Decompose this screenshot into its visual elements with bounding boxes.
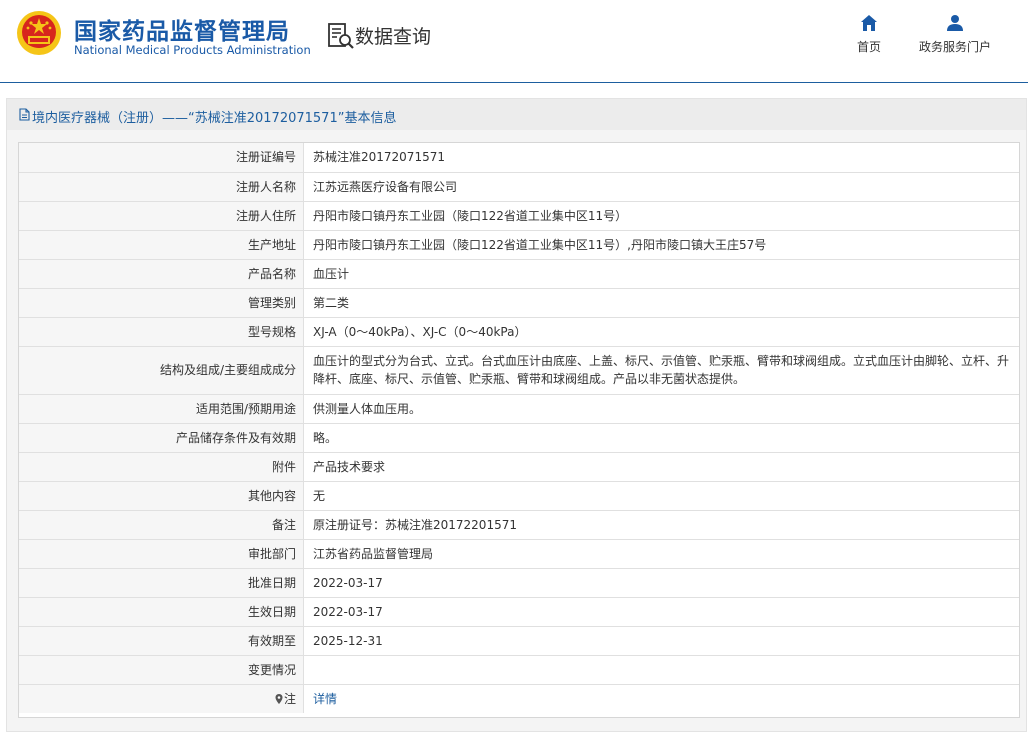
table-row-remarks: 备注 原注册证号：苏械注准20172201571 (19, 510, 1019, 540)
row-label-note: 注 (19, 684, 304, 713)
row-value: 2022-03-17 (303, 568, 1019, 598)
table-row-intended-use: 适用范围/预期用途 供测量人体血压用。 (19, 394, 1019, 424)
row-value: 丹阳市陵口镇丹东工业园（陵口122省道工业集中区11号） (303, 201, 1019, 231)
row-label: 适用范围/预期用途 (19, 394, 304, 424)
row-value: 苏械注准20172071571 (303, 143, 1019, 173)
row-label: 结构及组成/主要组成成分 (19, 346, 304, 395)
row-value: 略。 (303, 423, 1019, 453)
table-row-approval-dept: 审批部门 江苏省药品监督管理局 (19, 539, 1019, 569)
row-value: 血压计 (303, 259, 1019, 289)
site-logo-subtitle[interactable]: National Medical Products Administration (74, 43, 311, 57)
user-icon (947, 15, 963, 31)
row-label: 其他内容 (19, 481, 304, 511)
table-row-storage: 产品储存条件及有效期 略。 (19, 423, 1019, 453)
row-value: 原注册证号：苏械注准20172201571 (303, 510, 1019, 540)
table-row-category: 管理类别 第二类 (19, 288, 1019, 318)
info-table-container: 注册证编号 苏械注准20172071571 注册人名称 江苏远燕医疗设备有限公司 注… (18, 142, 1020, 718)
table-row-registrant-name: 注册人名称 江苏远燕医疗设备有限公司 (19, 172, 1019, 202)
table-row-product-name: 产品名称 血压计 (19, 259, 1019, 289)
table-row-note: 注 详情 (19, 684, 1019, 713)
row-label: 注册人名称 (19, 172, 304, 202)
house-icon (861, 15, 877, 31)
row-label-text: 注 (283, 691, 296, 706)
row-label: 附件 (19, 452, 304, 482)
row-value: 2025-12-31 (303, 626, 1019, 656)
row-value: 血压计的型式分为台式、立式。台式血压计由底座、上盖、标尺、示值管、贮汞瓶、臂带和… (303, 346, 1019, 395)
table-row-changes: 变更情况 (19, 655, 1019, 685)
row-label: 注册证编号 (19, 143, 304, 173)
row-value: 江苏省药品监督管理局 (303, 539, 1019, 569)
row-value: 产品技术要求 (303, 452, 1019, 482)
page-title: 数据查询 (355, 26, 432, 48)
row-value: 无 (303, 481, 1019, 511)
table-row-structure: 结构及组成/主要组成成分 血压计的型式分为台式、立式。台式血压计由底座、上盖、标尺… (19, 346, 1019, 395)
location-pin-icon (275, 693, 283, 704)
table-row-model-spec: 型号规格 XJ-A（0～40kPa）、XJ-C（0～40kPa） (19, 317, 1019, 347)
search-document-icon (328, 23, 354, 49)
row-label: 审批部门 (19, 539, 304, 569)
row-value: 江苏远燕医疗设备有限公司 (303, 172, 1019, 202)
site-logo-title[interactable]: 国家药品监督管理局 (74, 12, 290, 46)
table-row-production-address: 生产地址 丹阳市陵口镇丹东工业园（陵口122省道工业集中区11号）,丹阳市陵口镇大… (19, 230, 1019, 260)
table-row-other: 其他内容无 (19, 481, 1019, 511)
nav-home-label: 首页 (856, 40, 881, 54)
national-emblem-icon[interactable] (16, 10, 62, 56)
nav-portal-label: 政务服务门户 (918, 40, 991, 54)
table-row-attachment: 附件 产品技术要求 (19, 452, 1019, 482)
details-link[interactable]: 详情 (313, 692, 337, 706)
table-row-valid-until: 有效期至 2025-12-31 (19, 626, 1019, 656)
row-label: 产品名称 (19, 259, 304, 289)
row-value: 2022-03-17 (303, 597, 1019, 627)
table-row-registrant-address: 注册人住所 丹阳市陵口镇丹东工业园（陵口122省道工业集中区11号） (19, 201, 1019, 231)
table-row-effective-date: 生效日期 2022-03-17 (19, 597, 1019, 627)
nav-portal-link[interactable]: 政务服务门户 (913, 14, 997, 58)
row-label: 管理类别 (19, 288, 304, 318)
row-label: 有效期至 (19, 626, 304, 656)
panel-header: 境内医疗器械（注册）——“苏械注准20172071571”基本信息 (7, 99, 1026, 130)
row-label: 产品储存条件及有效期 (19, 423, 304, 453)
row-value: 丹阳市陵口镇丹东工业园（陵口122省道工业集中区11号）,丹阳市陵口镇大王庄57… (303, 230, 1019, 260)
row-value: 供测量人体血压用。 (303, 394, 1019, 424)
row-value: 详情 (304, 684, 1020, 713)
row-value: 第二类 (303, 288, 1019, 318)
row-value: XJ-A（0～40kPa）、XJ-C（0～40kPa） (303, 317, 1019, 347)
row-label: 型号规格 (19, 317, 304, 347)
row-label: 变更情况 (19, 655, 304, 685)
info-table: 注册证编号 苏械注准20172071571 注册人名称 江苏远燕医疗设备有限公司 注… (19, 143, 1019, 713)
site-header: 国家药品监督管理局 National Medical Products Admi… (0, 0, 1028, 83)
table-row-approval-date: 批准日期 2022-03-17 (19, 568, 1019, 598)
nav-home-link[interactable]: 首页 (849, 14, 889, 58)
panel-title: 境内医疗器械（注册）——“苏械注准20172071571”基本信息 (32, 111, 397, 126)
row-label: 备注 (19, 510, 304, 540)
table-row-reg-no: 注册证编号 苏械注准20172071571 (19, 143, 1019, 173)
row-label: 生效日期 (19, 597, 304, 627)
row-value (303, 655, 1019, 685)
document-icon (19, 108, 30, 121)
row-label: 生产地址 (19, 230, 304, 260)
detail-panel: 境内医疗器械（注册）——“苏械注准20172071571”基本信息 注册证编号苏… (6, 98, 1027, 732)
row-label: 批准日期 (19, 568, 304, 598)
row-label: 注册人住所 (19, 201, 304, 231)
